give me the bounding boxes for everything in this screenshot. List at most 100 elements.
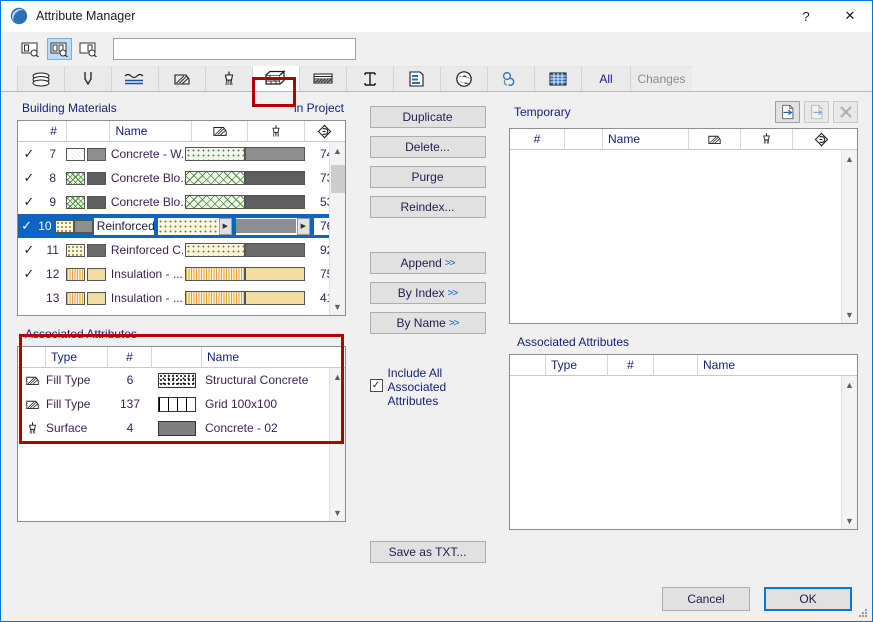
row-checkmark[interactable]: ✓ [18,262,40,286]
table-row[interactable]: ✓ 7 Concrete - W... 740 [18,142,345,166]
tab-city-globe[interactable] [440,66,487,91]
close-file-icon[interactable] [833,101,858,123]
reindex-button[interactable]: Reindex... [369,196,486,218]
row-surface-selector[interactable]: ▶ [234,216,311,236]
scroll-down-arrow-icon[interactable]: ▼ [330,504,346,521]
row-fill-swatch-small [66,171,86,185]
right-associated-attributes-list[interactable]: Type # Name ▲ ▼ [509,354,858,530]
tab-zone-categories[interactable] [393,66,440,91]
tab-composites[interactable] [299,66,346,91]
search-both-icon[interactable] [47,38,72,60]
row-checkmark[interactable]: ✓ [18,190,40,214]
row-surface-swatch[interactable] [245,171,306,185]
tab-layers[interactable] [17,66,64,91]
right-assoc-header-icon [510,355,546,376]
scroll-down-arrow-icon[interactable]: ▼ [842,306,858,323]
row-surface-swatch[interactable] [245,267,306,281]
list-item[interactable]: Fill Type 137 Grid 100x100 [18,392,345,416]
row-name-input[interactable]: Reinforced Co [92,216,155,236]
row-checkmark[interactable]: ✓ [18,238,40,262]
tab-changes[interactable]: Changes [630,66,692,91]
tab-building-materials[interactable] [252,66,299,91]
tab-grid[interactable] [534,66,581,91]
table-row[interactable]: ✓ 9 Concrete Blo... 530 [18,190,345,214]
row-checkmark[interactable]: ✓ [18,166,40,190]
header-check [18,121,41,142]
table-row[interactable]: ✓ 8 Concrete Blo... 735 [18,166,345,190]
scroll-track[interactable] [842,393,858,512]
include-all-checkbox[interactable]: ✓ [369,379,383,392]
temporary-list[interactable]: # Name ▲ ▼ [509,128,858,324]
row-fill-swatch[interactable] [185,147,246,161]
search-right-icon[interactable] [76,38,101,60]
row-surface-swatch-small [87,316,106,317]
scroll-up-arrow-icon[interactable]: ▲ [842,150,858,167]
right-assoc-scrollbar[interactable]: ▲ ▼ [841,376,857,529]
row-surface-swatch[interactable] [245,315,305,316]
scroll-up-arrow-icon[interactable]: ▲ [842,376,858,393]
scroll-track[interactable] [330,159,346,298]
row-fill-swatch[interactable] [185,267,246,281]
row-fill-swatch[interactable] [185,291,246,305]
tab-line-types[interactable] [111,66,158,91]
scroll-track[interactable] [842,167,858,306]
scroll-down-arrow-icon[interactable]: ▼ [842,512,858,529]
list-item[interactable]: Surface 4 Concrete - 02 [18,416,345,440]
scroll-down-arrow-icon[interactable]: ▼ [330,298,346,315]
help-button[interactable]: ? [784,1,828,31]
row-surface-swatch[interactable] [245,243,306,257]
table-row[interactable]: ✓ 11 Reinforced C... 920 [18,238,345,262]
building-materials-list[interactable]: # Name ✓ 7 Concrete - W... ✓ 8 Concrete … [17,120,346,316]
row-fill-swatch[interactable] [185,243,246,257]
scroll-track[interactable] [330,385,346,504]
open-file-icon[interactable] [775,101,800,123]
save-as-txt-button[interactable]: Save as TXT... [369,541,486,563]
save-file-icon[interactable] [804,101,829,123]
row-checkmark[interactable]: ✓ [18,142,40,166]
purge-button[interactable]: Purge [369,166,486,188]
materials-scrollbar[interactable]: ▲ ▼ [329,142,345,315]
left-assoc-scrollbar[interactable]: ▲ ▼ [329,368,345,521]
list-item[interactable]: Fill Type 6 Structural Concrete [18,368,345,392]
delete-button[interactable]: Delete... [369,136,486,158]
table-row[interactable]: 13 Insulation - ... 410 [18,286,345,310]
row-surface-swatch[interactable] [245,195,306,209]
search-left-icon[interactable] [18,38,43,60]
row-name: Reinforced C... [110,243,186,257]
scroll-up-arrow-icon[interactable]: ▲ [330,368,346,385]
scroll-thumb[interactable] [330,165,345,193]
row-fill-selector[interactable]: ▶ [156,216,233,236]
cancel-button[interactable]: Cancel [662,587,750,611]
row-fill-swatch[interactable] [185,315,245,316]
duplicate-button[interactable]: Duplicate [369,106,486,128]
tab-all[interactable]: All [581,66,630,91]
surface-dropdown-arrow-icon[interactable]: ▶ [296,217,310,235]
close-button[interactable]: ✕ [828,1,872,31]
tab-mep-systems[interactable] [487,66,534,91]
row-surface-swatch[interactable] [245,291,306,305]
search-input[interactable] [114,39,355,59]
row-fill-swatch[interactable] [185,171,246,185]
left-associated-attributes-list[interactable]: Type # Name Fill Type 6 Structural Concr… [17,346,346,522]
append-button[interactable]: Append >> [369,252,486,274]
by-name-button[interactable]: By Name >> [369,312,486,334]
table-row[interactable]: ✓ 14 Insulation - ... 440 [18,310,345,317]
row-checkmark[interactable]: ✓ [18,310,40,315]
ok-button[interactable]: OK [764,587,852,611]
tab-surfaces[interactable] [205,66,252,91]
table-row-selected[interactable]: ✓ 10 Reinforced Co ▶ ▶ 760 [18,214,345,238]
row-checkmark[interactable]: ✓ [18,214,35,238]
tab-pens[interactable] [64,66,111,91]
table-row[interactable]: ✓ 12 Insulation - ... 750 [18,262,345,286]
row-fill-swatch[interactable] [185,195,246,209]
row-surface-swatch[interactable] [245,147,306,161]
tab-profiles[interactable] [346,66,393,91]
scroll-up-arrow-icon[interactable]: ▲ [330,142,346,159]
resize-grip-icon[interactable] [858,608,868,618]
tab-fill-types[interactable] [158,66,205,91]
fill-dropdown-arrow-icon[interactable]: ▶ [218,217,232,235]
by-index-button[interactable]: By Index >> [369,282,486,304]
temporary-scrollbar[interactable]: ▲ ▼ [841,150,857,323]
include-all-associated-row[interactable]: ✓ Include All Associated Attributes [369,366,486,408]
row-checkmark[interactable] [18,286,40,310]
